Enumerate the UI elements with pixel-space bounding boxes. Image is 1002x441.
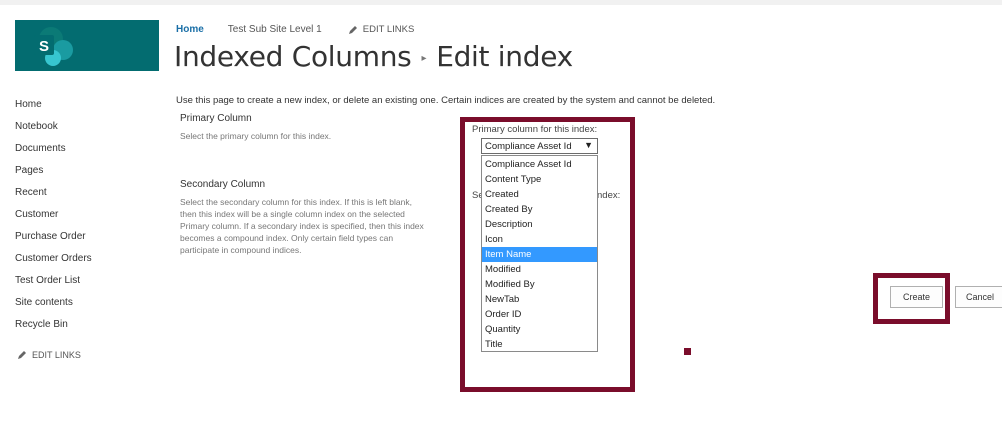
sidebar-item-site-contents[interactable]: Site contents bbox=[15, 295, 92, 317]
sidebar-item-notebook[interactable]: Notebook bbox=[15, 119, 92, 141]
primary-column-select-value: Compliance Asset Id bbox=[485, 140, 572, 152]
sidebar-item-home[interactable]: Home bbox=[15, 97, 92, 119]
primary-column-options-list[interactable]: Compliance Asset Id Content Type Created… bbox=[481, 155, 598, 352]
svg-text:S: S bbox=[39, 38, 49, 55]
dropdown-option[interactable]: NewTab bbox=[482, 292, 597, 307]
top-strip bbox=[0, 0, 1002, 5]
sidebar-item-pages[interactable]: Pages bbox=[15, 163, 92, 185]
dropdown-option[interactable]: Modified bbox=[482, 262, 597, 277]
secondary-column-desc: Select the secondary column for this ind… bbox=[180, 196, 460, 256]
page-description: Use this page to create a new index, or … bbox=[176, 95, 716, 106]
edit-links-sidebar[interactable]: EDIT LINKS bbox=[17, 350, 81, 360]
secondary-desc-line: then this index will be a single column … bbox=[180, 209, 405, 219]
create-button[interactable]: Create bbox=[890, 286, 943, 308]
breadcrumb-subsite-link[interactable]: Test Sub Site Level 1 bbox=[228, 24, 322, 35]
dropdown-option[interactable]: Created bbox=[482, 187, 597, 202]
secondary-desc-line: participate in compound indices. bbox=[180, 245, 302, 255]
secondary-column-field-label-right: ndex: bbox=[597, 190, 621, 201]
primary-column-desc: Select the primary column for this index… bbox=[180, 131, 332, 141]
primary-column-title: Primary Column bbox=[180, 113, 252, 124]
cancel-button[interactable]: Cancel bbox=[955, 286, 1002, 308]
sidebar-item-documents[interactable]: Documents bbox=[15, 141, 92, 163]
page-title: Indexed Columns ▸ Edit index bbox=[174, 40, 573, 73]
primary-column-select[interactable]: Compliance Asset Id ▼ bbox=[481, 138, 598, 154]
sidebar-item-customer-orders[interactable]: Customer Orders bbox=[15, 251, 92, 273]
pencil-icon bbox=[18, 351, 26, 359]
dropdown-option[interactable]: Content Type bbox=[482, 172, 597, 187]
marker-square bbox=[684, 348, 691, 355]
dropdown-option[interactable]: Compliance Asset Id bbox=[482, 157, 597, 172]
dropdown-arrow-icon: ▼ bbox=[584, 140, 593, 150]
quick-launch-nav: Home Notebook Documents Pages Recent Cus… bbox=[15, 97, 92, 339]
breadcrumb: Home Test Sub Site Level 1 EDIT LINKS bbox=[176, 24, 414, 35]
sidebar-item-recent[interactable]: Recent bbox=[15, 185, 92, 207]
edit-links-top[interactable]: EDIT LINKS bbox=[348, 24, 415, 35]
pencil-icon bbox=[348, 25, 357, 34]
primary-column-field-label: Primary column for this index: bbox=[472, 124, 598, 135]
edit-links-label: EDIT LINKS bbox=[362, 24, 415, 35]
dropdown-option[interactable]: Description bbox=[482, 217, 597, 232]
page-title-part1: Indexed Columns bbox=[174, 40, 412, 73]
secondary-desc-line: becomes a compound index. Only certain f… bbox=[180, 233, 394, 243]
secondary-desc-line: Select the secondary column for this ind… bbox=[180, 197, 412, 207]
title-separator-icon: ▸ bbox=[421, 53, 427, 64]
edit-links-label: EDIT LINKS bbox=[32, 350, 81, 360]
sharepoint-logo[interactable]: S bbox=[15, 20, 159, 71]
sidebar-item-purchase-order[interactable]: Purchase Order bbox=[15, 229, 92, 251]
dropdown-option[interactable]: Created By bbox=[482, 202, 597, 217]
dropdown-option[interactable]: Order ID bbox=[482, 307, 597, 322]
dropdown-option[interactable]: Modified By bbox=[482, 277, 597, 292]
sidebar-item-test-order-list[interactable]: Test Order List bbox=[15, 273, 92, 295]
dropdown-option[interactable]: Icon bbox=[482, 232, 597, 247]
dropdown-option[interactable]: Quantity bbox=[482, 322, 597, 337]
dropdown-option-highlighted[interactable]: Item Name bbox=[482, 247, 597, 262]
page-title-part2: Edit index bbox=[436, 40, 573, 73]
dropdown-option[interactable]: Title bbox=[482, 337, 597, 352]
breadcrumb-home-link[interactable]: Home bbox=[176, 24, 204, 35]
secondary-column-title: Secondary Column bbox=[180, 179, 266, 190]
sidebar-item-customer[interactable]: Customer bbox=[15, 207, 92, 229]
sharepoint-icon: S bbox=[34, 27, 73, 66]
sidebar-item-recycle-bin[interactable]: Recycle Bin bbox=[15, 317, 92, 339]
secondary-desc-line: Primary column. If a secondary index is … bbox=[180, 221, 424, 231]
